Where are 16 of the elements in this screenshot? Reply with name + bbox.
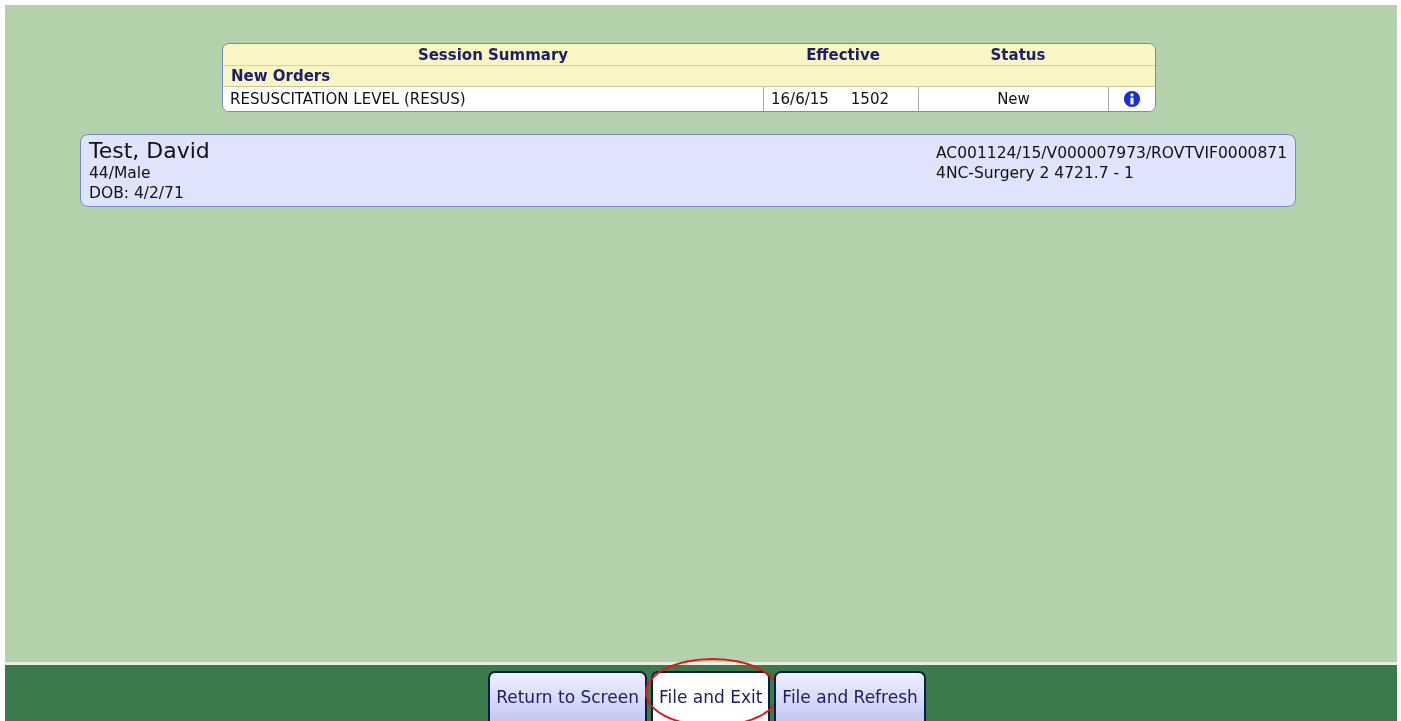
order-time: 1502: [850, 90, 889, 108]
action-button[interactable]: File and Exit: [650, 671, 771, 721]
column-header: Status: [989, 45, 1047, 64]
column-header: Session Summary: [416, 45, 570, 64]
account-number: AC001124/15/V000007973/ROVTVIF0000871: [936, 143, 1287, 163]
action-button[interactable]: File and Refresh: [774, 671, 926, 721]
order-status: New: [997, 90, 1030, 108]
patient-name: Test, David: [89, 139, 210, 163]
info-icon[interactable]: [1123, 90, 1141, 108]
column-header: Effective: [805, 45, 881, 64]
order-name: RESUSCITATION LEVEL (RESUS): [230, 90, 466, 108]
patient-location: 4NC-Surgery 2 4721.7 - 1: [936, 163, 1135, 183]
patient-age-sex: 44/Male: [89, 163, 152, 183]
order-date: 16/6/15: [771, 90, 829, 108]
patient-dob: DOB: 4/2/71: [89, 183, 185, 203]
action-button[interactable]: Return to Screen: [488, 671, 647, 721]
